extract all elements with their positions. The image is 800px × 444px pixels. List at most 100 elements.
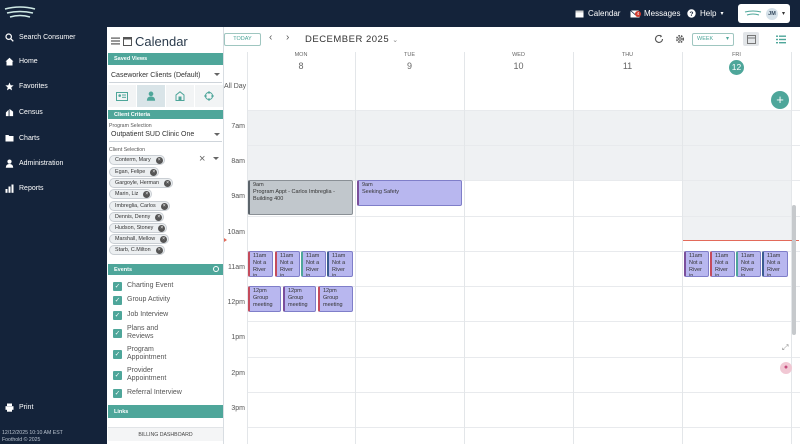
topbar-messages-link[interactable]: 4 Messages — [630, 0, 680, 27]
event-title: Group meeting — [323, 294, 343, 308]
prev-week-icon[interactable]: ‹ — [269, 32, 272, 43]
nav-print[interactable]: Print — [5, 400, 33, 414]
day-header-tue[interactable]: TUE 9 — [355, 52, 464, 79]
view-select[interactable]: WEEK ▾ — [692, 33, 734, 46]
remove-chip-icon[interactable]: × — [155, 214, 163, 221]
brand-logo[interactable] — [4, 6, 36, 24]
topbar-help-link[interactable]: ? Help ▾ — [687, 0, 723, 27]
add-event-button[interactable]: + — [771, 91, 789, 109]
user-menu[interactable]: JM ▾ — [738, 4, 790, 23]
expand-icon[interactable]: ⤢ — [782, 343, 788, 353]
client-chip[interactable]: Imbreglia, Carlos × — [109, 201, 170, 211]
nav-home[interactable]: Home — [5, 54, 38, 68]
nav-census[interactable]: Census — [5, 105, 43, 119]
event-filter-item[interactable]: ✓ Plans and Reviews — [113, 325, 173, 341]
day-header-wed[interactable]: WED 10 — [464, 52, 573, 79]
links-header: Links — [108, 405, 223, 418]
remove-chip-icon[interactable]: × — [158, 225, 166, 232]
client-chip[interactable]: Marin, Liz × — [109, 189, 153, 199]
calendar-view-button[interactable] — [743, 32, 759, 46]
target-tab[interactable] — [195, 85, 223, 107]
calendar-event[interactable]: 12pm Group meeting — [283, 286, 316, 312]
saved-view-select[interactable]: Caseworker Clients (Default) — [109, 68, 222, 83]
calendar-event[interactable]: 11am Not a River in — [248, 251, 273, 277]
today-button[interactable]: TODAY — [224, 33, 261, 46]
remove-chip-icon[interactable]: × — [143, 191, 151, 198]
calendar-event[interactable]: 11am Not a River in — [275, 251, 300, 277]
day-name: WED — [512, 52, 525, 58]
calendar-event[interactable]: 11am Not a River in — [327, 251, 353, 277]
topbar-calendar-label: Calendar — [588, 9, 621, 18]
event-title: Program Appt - Carlos Imbreglia - Buildi… — [253, 188, 335, 202]
calendar-event[interactable]: 11am Not a River in — [710, 251, 735, 277]
nav-favorites[interactable]: Favorites — [5, 79, 48, 93]
assistant-icon[interactable]: ● — [780, 362, 792, 374]
gear-icon[interactable] — [675, 34, 685, 44]
id-card-tab[interactable] — [108, 85, 137, 107]
remove-chip-icon[interactable]: × — [155, 247, 163, 254]
remove-chip-icon[interactable]: × — [160, 236, 168, 243]
calendar-title[interactable]: DECEMBER 2025 ⌄ — [305, 34, 399, 45]
calendar-event[interactable]: 9am Seeking Safety — [357, 180, 462, 206]
checkbox-checked-icon[interactable]: ✓ — [113, 311, 122, 320]
refresh-icon[interactable] — [654, 34, 664, 44]
calendar-event[interactable]: 11am Not a River in — [762, 251, 788, 277]
topbar-calendar-link[interactable]: Calendar — [575, 0, 620, 27]
nav-search-consumer[interactable]: Search Consumer — [5, 30, 75, 44]
checkbox-checked-icon[interactable]: ✓ — [113, 296, 122, 305]
refresh-icon[interactable] — [213, 266, 219, 272]
building-tab[interactable] — [166, 85, 195, 107]
calendar-main: TODAY ‹ › DECEMBER 2025 ⌄ WEEK ▾ MON 8 TUE… — [224, 27, 800, 444]
day-header-mon[interactable]: MON 8 — [247, 52, 355, 79]
footer-timestamp: 12/12/2025 10:10 AM EST — [2, 430, 63, 436]
calendar-event[interactable]: 12pm Group meeting — [248, 286, 281, 312]
next-week-icon[interactable]: › — [286, 32, 289, 43]
calendar-event[interactable]: 12pm Group meeting — [318, 286, 353, 312]
client-chip[interactable]: Marshall, Mellow × — [109, 234, 170, 244]
client-chip[interactable]: Starb, C.Milton × — [109, 245, 165, 255]
calendar-event[interactable]: 9am Program Appt - Carlos Imbreglia - Bu… — [248, 180, 353, 215]
person-tab[interactable] — [137, 85, 166, 107]
client-chip[interactable]: Dennis, Denny × — [109, 212, 165, 222]
event-time: 11am — [741, 253, 755, 259]
calendar-scrollbar[interactable] — [792, 205, 796, 335]
remove-chip-icon[interactable]: × — [150, 169, 158, 176]
chart-icon — [5, 184, 14, 193]
billing-dashboard-button[interactable]: BILLING DASHBOARD — [108, 427, 223, 441]
client-chip[interactable]: Egan, Felipe × — [109, 167, 160, 177]
checkbox-checked-icon[interactable]: ✓ — [113, 350, 122, 359]
chevron-down-icon[interactable] — [213, 157, 219, 160]
day-header-fri[interactable]: FRI 12 — [682, 52, 791, 79]
chevron-down-icon: ▾ — [725, 36, 729, 42]
event-title: Group meeting — [288, 294, 308, 308]
svg-text:?: ? — [690, 11, 694, 18]
nav-reports[interactable]: Reports — [5, 181, 44, 195]
checkbox-checked-icon[interactable]: ✓ — [113, 329, 122, 338]
calendar-event[interactable]: 11am Not a River in — [684, 251, 709, 277]
checkbox-checked-icon[interactable]: ✓ — [113, 282, 122, 291]
nav-charts[interactable]: Charts — [5, 131, 40, 145]
event-filter-item[interactable]: ✓ Referral Interview — [113, 389, 182, 398]
day-header-thu[interactable]: THU 11 — [573, 52, 682, 79]
client-chip[interactable]: Hudson, Stoney × — [109, 223, 168, 233]
clear-clients-icon[interactable]: × — [199, 153, 205, 165]
event-filter-item[interactable]: ✓ Provider Appointment — [113, 367, 183, 383]
nav-administration[interactable]: Administration — [5, 156, 63, 170]
event-filter-item[interactable]: ✓ Charting Event — [113, 282, 173, 291]
remove-chip-icon[interactable]: × — [155, 157, 163, 164]
calendar-event[interactable]: 11am Not a River in — [301, 251, 326, 277]
remove-chip-icon[interactable]: × — [164, 180, 172, 187]
calendar-event[interactable]: 11am Not a River in — [736, 251, 761, 277]
client-chip[interactable]: Gargoyle, Herman × — [109, 178, 174, 188]
hamburger-icon[interactable] — [111, 37, 120, 45]
client-chip[interactable]: Conterm, Mary × — [109, 155, 165, 165]
event-filter-item[interactable]: ✓ Group Activity — [113, 296, 170, 305]
checkbox-checked-icon[interactable]: ✓ — [113, 389, 122, 398]
checkbox-checked-icon[interactable]: ✓ — [113, 371, 122, 380]
program-select[interactable]: Outpatient SUD Clinic One — [109, 128, 222, 142]
event-filter-item[interactable]: ✓ Job Interview — [113, 311, 168, 320]
list-view-button[interactable] — [773, 32, 789, 46]
nav-label: Reports — [19, 184, 44, 192]
remove-chip-icon[interactable]: × — [160, 203, 168, 210]
event-filter-item[interactable]: ✓ Program Appointment — [113, 346, 183, 362]
